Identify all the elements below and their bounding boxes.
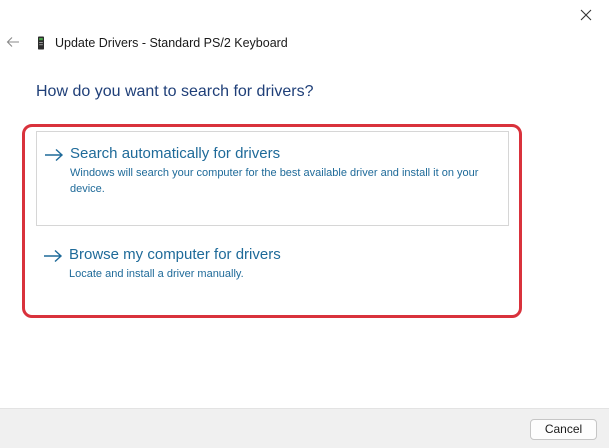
- search-automatically-description: Windows will search your computer for th…: [70, 167, 479, 195]
- browse-computer-title: Browse my computer for drivers: [69, 246, 281, 263]
- arrow-right-icon: [45, 148, 64, 162]
- browse-computer-option[interactable]: Browse my computer for drivers Locate an…: [36, 240, 509, 300]
- dialog-title-bar: Update Drivers - Standard PS/2 Keyboard: [36, 34, 288, 52]
- cancel-button[interactable]: Cancel: [530, 419, 597, 440]
- back-button[interactable]: [4, 33, 22, 51]
- back-arrow-icon: [6, 37, 19, 47]
- keyboard-device-icon: [38, 36, 44, 50]
- update-drivers-dialog: Update Drivers - Standard PS/2 Keyboard …: [0, 0, 609, 448]
- page-heading: How do you want to search for drivers?: [36, 83, 314, 100]
- search-automatically-option[interactable]: Search automatically for drivers Windows…: [36, 131, 509, 226]
- dialog-title: Update Drivers - Standard PS/2 Keyboard: [55, 36, 288, 50]
- dialog-footer: Cancel: [0, 408, 609, 448]
- search-automatically-title: Search automatically for drivers: [70, 145, 281, 162]
- browse-computer-description: Locate and install a driver manually.: [69, 268, 244, 280]
- close-button[interactable]: [563, 0, 609, 30]
- arrow-right-icon: [44, 249, 63, 263]
- close-icon: [580, 9, 592, 21]
